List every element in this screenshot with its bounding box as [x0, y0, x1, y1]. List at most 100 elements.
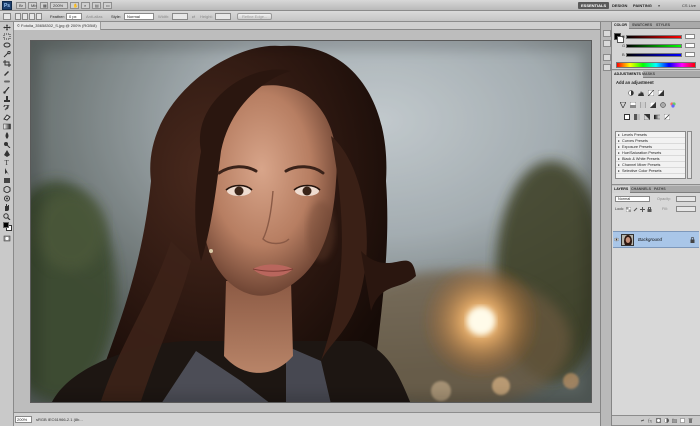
- tab-paths[interactable]: PATHS: [652, 186, 668, 193]
- color-spectrum-ramp[interactable]: [616, 62, 696, 68]
- new-selection-icon[interactable]: [15, 13, 21, 20]
- lock-all-icon[interactable]: [647, 207, 652, 212]
- move-tool-icon[interactable]: [3, 24, 11, 31]
- photo-filter-icon[interactable]: [660, 102, 666, 108]
- bridge-button[interactable]: Br: [16, 2, 26, 9]
- brush-panel-icon[interactable]: [603, 54, 611, 61]
- hue-saturation-icon[interactable]: [630, 102, 636, 108]
- posterize-icon[interactable]: [634, 114, 640, 120]
- dodge-tool-icon[interactable]: [3, 141, 11, 148]
- blend-mode-select[interactable]: Normal: [615, 196, 650, 202]
- layer-name[interactable]: Background: [638, 237, 662, 242]
- zoom-level-menu[interactable]: 200%: [50, 2, 68, 9]
- pen-tool-icon[interactable]: [3, 150, 11, 157]
- canvas-area[interactable]: [14, 30, 610, 412]
- eraser-tool-icon[interactable]: [3, 114, 11, 121]
- history-panel-icon[interactable]: [603, 30, 611, 37]
- lock-pixels-icon[interactable]: [633, 207, 638, 212]
- actions-panel-icon[interactable]: [603, 40, 611, 47]
- history-brush-tool-icon[interactable]: [3, 105, 11, 112]
- document-profile-info[interactable]: sRGB IEC61966-2.1 (8b...: [36, 416, 83, 423]
- add-selection-icon[interactable]: [22, 13, 28, 20]
- vibrance-icon[interactable]: [620, 102, 626, 108]
- minibridge-button[interactable]: Mb: [28, 2, 37, 9]
- tab-layers[interactable]: LAYERS: [612, 186, 631, 193]
- levels-icon[interactable]: [638, 90, 644, 96]
- hand-tool-icon[interactable]: [3, 204, 11, 211]
- tab-channels[interactable]: CHANNELS: [629, 186, 653, 193]
- red-slider[interactable]: [626, 35, 682, 39]
- black-white-icon[interactable]: [650, 102, 656, 108]
- type-tool-icon[interactable]: T: [3, 159, 11, 166]
- foreground-color-swatch[interactable]: [3, 222, 9, 228]
- path-selection-tool-icon[interactable]: [3, 168, 11, 175]
- refine-edge-button[interactable]: Refine Edge...: [237, 13, 273, 20]
- new-layer-icon[interactable]: [680, 418, 685, 423]
- clone-source-panel-icon[interactable]: [603, 64, 611, 71]
- tab-adjustments[interactable]: ADJUSTMENTS: [612, 71, 643, 78]
- selective-color-icon[interactable]: [664, 114, 670, 120]
- quick-selection-tool-icon[interactable]: [3, 51, 11, 58]
- blue-slider[interactable]: [626, 53, 682, 57]
- zoom-tool-button[interactable]: ⌕: [81, 2, 90, 9]
- lasso-tool-icon[interactable]: [3, 42, 11, 49]
- tab-swatches[interactable]: SWATCHES: [630, 22, 654, 29]
- cs-live-button[interactable]: CS Live: [682, 2, 696, 9]
- zoom-tool-icon[interactable]: [3, 213, 11, 220]
- feather-input[interactable]: 0 px: [66, 13, 82, 20]
- color-balance-icon[interactable]: [640, 102, 646, 108]
- healing-brush-tool-icon[interactable]: [3, 78, 11, 85]
- workspace-design[interactable]: DESIGN: [609, 2, 630, 9]
- presets-scrollbar[interactable]: [687, 131, 692, 179]
- document-tab[interactable]: © Fotolia_35658302_S.jpg @ 200% (RGB/8): [14, 22, 101, 30]
- curves-icon[interactable]: [648, 90, 654, 96]
- link-layers-icon[interactable]: [640, 418, 645, 423]
- invert-icon[interactable]: [624, 114, 630, 120]
- height-input[interactable]: [215, 13, 231, 20]
- workspace-painting[interactable]: PAINTING: [630, 2, 655, 9]
- quick-mask-icon[interactable]: [3, 235, 11, 242]
- workspace-essentials[interactable]: ESSENTIALS: [578, 2, 610, 9]
- tab-masks[interactable]: MASKS: [640, 71, 657, 78]
- delete-layer-icon[interactable]: [688, 418, 693, 423]
- subtract-selection-icon[interactable]: [29, 13, 35, 20]
- brush-tool-icon[interactable]: [3, 87, 11, 94]
- gradient-tool-icon[interactable]: [3, 123, 11, 130]
- workspace-more-button[interactable]: »: [655, 2, 663, 9]
- green-value-input[interactable]: [685, 43, 695, 48]
- opacity-input[interactable]: [676, 196, 696, 202]
- tab-styles[interactable]: STYLES: [654, 22, 672, 29]
- eyedropper-tool-icon[interactable]: [3, 69, 11, 76]
- document-image[interactable]: [30, 40, 592, 403]
- swap-dimensions-icon[interactable]: ⇄: [192, 13, 195, 20]
- hand-tool-button[interactable]: ✋: [70, 2, 79, 9]
- marquee-tool-icon[interactable]: [3, 33, 11, 40]
- new-adjustment-layer-icon[interactable]: [664, 418, 669, 423]
- visibility-eye-icon[interactable]: [614, 237, 619, 242]
- blue-value-input[interactable]: [685, 52, 695, 57]
- gradient-map-icon[interactable]: [654, 114, 660, 120]
- style-select[interactable]: Normal: [124, 13, 154, 20]
- green-slider[interactable]: [626, 44, 682, 48]
- brightness-contrast-icon[interactable]: [628, 90, 634, 96]
- 3d-camera-tool-icon[interactable]: [3, 195, 11, 202]
- blur-tool-icon[interactable]: [3, 132, 11, 139]
- intersect-selection-icon[interactable]: [36, 13, 42, 20]
- arrange-documents-button[interactable]: ▤: [92, 2, 101, 9]
- screen-mode-button[interactable]: ▭: [103, 2, 112, 9]
- zoom-level-field[interactable]: 200%: [15, 416, 32, 423]
- crop-tool-icon[interactable]: [3, 60, 11, 67]
- shape-tool-icon[interactable]: [3, 177, 11, 184]
- width-input[interactable]: [172, 13, 188, 20]
- 3d-rotate-tool-icon[interactable]: [3, 186, 11, 193]
- fill-input[interactable]: [676, 206, 696, 212]
- tool-preset-picker[interactable]: [3, 13, 11, 20]
- threshold-icon[interactable]: [644, 114, 650, 120]
- photoshop-logo[interactable]: Ps: [2, 1, 12, 10]
- preset-item[interactable]: Selective Color Presets: [616, 168, 685, 174]
- layer-style-icon[interactable]: fx: [648, 418, 653, 424]
- exposure-icon[interactable]: [658, 90, 664, 96]
- foreground-background-colors[interactable]: [3, 222, 12, 231]
- lock-position-icon[interactable]: [640, 207, 645, 212]
- guides-menu-button[interactable]: ▦: [40, 2, 48, 9]
